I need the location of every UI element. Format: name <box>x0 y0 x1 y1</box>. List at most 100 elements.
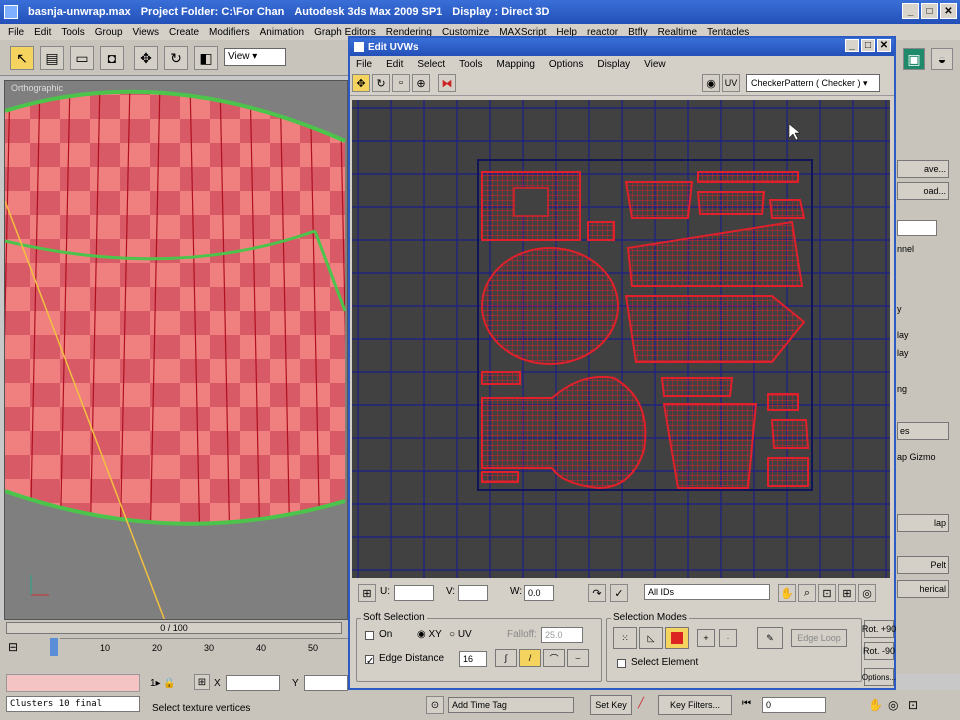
uvw-menu-edit[interactable]: Edit <box>386 59 403 70</box>
x-coord-field[interactable] <box>226 675 280 691</box>
zoom-extents-icon[interactable]: ⊞ <box>838 584 856 602</box>
menu-file[interactable]: File <box>8 27 24 38</box>
scale-uv-icon[interactable]: ▫ <box>392 74 410 92</box>
abs-mode-icon[interactable]: ⊞ <box>194 674 210 690</box>
falloff-linear-icon[interactable]: / <box>519 649 541 667</box>
uvw-menu-options[interactable]: Options <box>549 59 583 70</box>
vertex-mode-icon[interactable]: ⁙ <box>613 627 637 649</box>
channel-spinner[interactable] <box>897 220 937 236</box>
time-marker[interactable] <box>50 638 58 656</box>
orbit-icon[interactable]: ◎ <box>888 698 898 712</box>
falloff-field[interactable]: 25.0 <box>541 627 583 643</box>
ids-dropdown[interactable]: All IDs <box>644 584 770 600</box>
v-field[interactable] <box>458 585 488 601</box>
texture-dropdown[interactable]: CheckerPattern ( Checker ) ▾ <box>746 74 880 92</box>
absolute-offset-icon[interactable]: ⊞ <box>358 584 376 602</box>
spherical-button[interactable]: herical <box>897 580 949 598</box>
u-field[interactable] <box>394 585 434 601</box>
add-time-tag-button[interactable]: Add Time Tag <box>448 697 574 713</box>
edge-distance-checkbox[interactable]: ✓ <box>365 655 374 667</box>
soft-on-checkbox[interactable] <box>365 631 374 640</box>
move-uv-icon[interactable]: ✥ <box>352 74 370 92</box>
rot-minus-90-button[interactable]: Rot. -90 <box>863 642 895 660</box>
current-frame-field[interactable]: 0 <box>762 697 826 713</box>
freeform-icon[interactable]: ⊕ <box>412 74 430 92</box>
uv-toggle-icon[interactable]: UV <box>722 74 740 92</box>
w-field[interactable]: 0.0 <box>524 585 554 601</box>
zoom-icon[interactable]: ⌕ <box>798 584 816 602</box>
key-mode-icon[interactable]: ╱ <box>638 698 644 709</box>
uvw-menu-view[interactable]: View <box>644 59 666 70</box>
falloff-smooth-icon[interactable]: ∫ <box>495 649 517 667</box>
load-button[interactable]: oad... <box>897 182 949 200</box>
mirror-icon[interactable]: ⧓ <box>438 74 456 92</box>
xy-radio[interactable]: ◉ XY <box>417 629 442 640</box>
save-button[interactable]: ave... <box>897 160 949 178</box>
uvw-close-button[interactable]: ✕ <box>877 39 891 52</box>
menu-tools[interactable]: Tools <box>61 27 84 38</box>
frame-ruler[interactable]: 10 20 30 40 50 <box>60 638 348 660</box>
maximize-viewport-icon[interactable]: ⊡ <box>908 698 918 712</box>
close-button[interactable]: ✕ <box>940 3 957 19</box>
uvw-menu-select[interactable]: Select <box>417 59 445 70</box>
lock-selection-icon[interactable]: 1▸ 🔒 <box>150 678 176 689</box>
set-key-button[interactable]: Set Key <box>590 695 632 715</box>
prev-frame-icon[interactable]: ⏮ <box>742 698 751 709</box>
menu-group[interactable]: Group <box>95 27 123 38</box>
time-tag-icon[interactable]: ⊙ <box>426 696 444 714</box>
time-slider[interactable]: 0 / 100 <box>6 622 342 634</box>
snap-icon[interactable]: ◎ <box>858 584 876 602</box>
pan-view-icon[interactable]: ✋ <box>868 698 883 712</box>
pelt-button[interactable]: Pelt <box>897 556 949 574</box>
render-icon[interactable]: ▣ <box>903 48 925 70</box>
key-filters-button[interactable]: Key Filters... <box>658 695 732 715</box>
falloff-slow-out-icon[interactable]: ⌒ <box>543 649 565 667</box>
uv-editor-canvas[interactable] <box>352 100 890 578</box>
shrink-icon[interactable]: - <box>719 629 737 647</box>
move-icon[interactable]: ✥ <box>134 46 158 70</box>
uvw-menu-display[interactable]: Display <box>597 59 630 70</box>
edge-distance-field[interactable]: 16 <box>459 651 487 667</box>
teapot-icon[interactable]: ◒ <box>931 48 953 70</box>
maxscript-listener[interactable] <box>6 674 140 692</box>
select-element-checkbox[interactable] <box>617 659 626 668</box>
paint-select-icon[interactable]: ✎ <box>757 627 783 649</box>
show-map-icon[interactable]: ◉ <box>702 74 720 92</box>
menu-animation[interactable]: Animation <box>260 27 304 38</box>
edge-loop-button[interactable]: Edge Loop <box>791 629 847 647</box>
select-by-name-icon[interactable]: ▤ <box>40 46 64 70</box>
maximize-button[interactable]: □ <box>921 3 938 19</box>
face-mode-icon[interactable] <box>665 627 689 649</box>
falloff-fast-out-icon[interactable]: ⌣ <box>567 649 589 667</box>
map-button[interactable]: lap <box>897 514 949 532</box>
uvw-menu-mapping[interactable]: Mapping <box>497 59 535 70</box>
orthographic-viewport[interactable]: Orthographic <box>4 80 348 620</box>
edge-mode-icon[interactable]: ◺ <box>639 627 663 649</box>
rotate-icon[interactable]: ↻ <box>164 46 188 70</box>
y-coord-field[interactable] <box>304 675 348 691</box>
reference-coord-dropdown[interactable]: View ▾ <box>224 48 286 66</box>
window-crossing-icon[interactable]: ◘ <box>100 46 124 70</box>
rect-selection-icon[interactable]: ▭ <box>70 46 94 70</box>
curve-editor-icon[interactable]: ⊟ <box>8 640 24 654</box>
scale-icon[interactable]: ◧ <box>194 46 218 70</box>
select-object-icon[interactable]: ↖ <box>10 46 34 70</box>
uvw-maximize-button[interactable]: □ <box>861 39 875 52</box>
options-button[interactable]: Options... <box>862 668 896 686</box>
menu-edit[interactable]: Edit <box>34 27 51 38</box>
pan-icon[interactable]: ✋ <box>778 584 796 602</box>
menu-create[interactable]: Create <box>169 27 199 38</box>
viewport-label[interactable]: Orthographic <box>11 83 63 93</box>
uvw-menu-tools[interactable]: Tools <box>459 59 482 70</box>
rotate-uv-icon[interactable]: ↻ <box>372 74 390 92</box>
rollout-header[interactable]: es <box>897 422 949 440</box>
minimize-button[interactable]: _ <box>902 3 919 19</box>
uvw-menu-file[interactable]: File <box>356 59 372 70</box>
menu-views[interactable]: Views <box>133 27 160 38</box>
uvw-minimize-button[interactable]: _ <box>845 39 859 52</box>
menu-modifiers[interactable]: Modifiers <box>209 27 250 38</box>
uv-radio[interactable]: ○ UV <box>449 629 472 640</box>
rot-plus-90-button[interactable]: Rot. +90 <box>862 620 896 638</box>
grow-icon[interactable]: + <box>697 629 715 647</box>
lock-icon[interactable]: ↷ <box>588 584 606 602</box>
